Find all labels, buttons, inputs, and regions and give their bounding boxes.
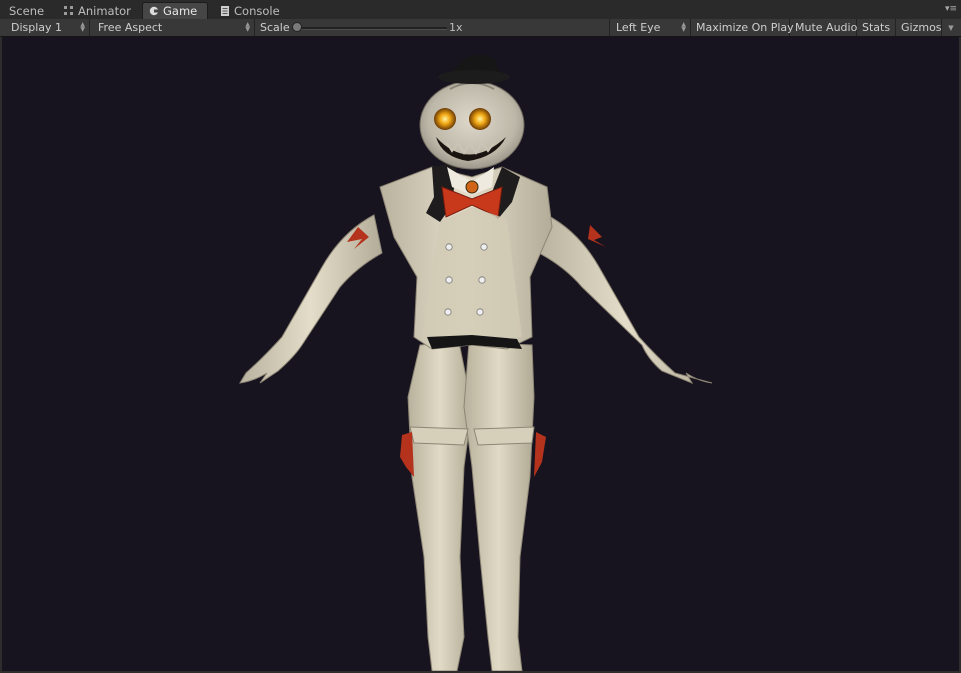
tab-scene-label: Scene	[9, 3, 45, 18]
glowing-eye-left	[434, 108, 456, 130]
dropdown-arrows-icon: ▲ ▼	[80, 21, 85, 33]
animator-icon	[64, 5, 73, 15]
pumpkin-head-character	[239, 54, 713, 671]
gizmos-toggle[interactable]: Gizmos	[896, 19, 942, 36]
maximize-on-play-label: Maximize On Play	[696, 21, 794, 34]
tab-scene[interactable]: Scene	[3, 2, 51, 19]
eye-dropdown[interactable]: Left Eye ▲ ▼	[611, 19, 691, 36]
eye-dropdown-value: Left Eye	[616, 21, 661, 34]
right-sleeve-ribbon	[588, 225, 606, 247]
game-toolbar: Display 1 ▲ ▼ Free Aspect ▲ ▼ Scale 1x Lef…	[0, 19, 961, 37]
display-dropdown[interactable]: Display 1 ▲ ▼	[6, 19, 90, 36]
editor-tab-bar: Scene Animator Game Console ▾≡	[0, 0, 961, 20]
panel-menu-icon[interactable]: ▾≡	[944, 4, 958, 14]
tab-animator-label: Animator	[78, 3, 131, 18]
mute-audio-label: Mute Audio	[795, 21, 858, 34]
dropdown-arrows-icon: ▲ ▼	[681, 21, 686, 33]
pumpkin-head	[419, 54, 525, 170]
stats-toggle[interactable]: Stats	[857, 19, 896, 36]
stats-label: Stats	[862, 21, 891, 34]
tab-game-label: Game	[163, 4, 198, 18]
scale-control: Scale 1x	[255, 19, 610, 36]
game-controller-icon	[149, 6, 159, 16]
aspect-dropdown-value: Free Aspect	[98, 21, 163, 34]
left-arm	[239, 214, 383, 384]
scale-label: Scale	[260, 21, 290, 34]
legs	[400, 341, 546, 671]
game-view[interactable]	[2, 37, 959, 671]
tab-game[interactable]: Game	[142, 2, 208, 19]
scale-value: 1x	[449, 21, 463, 34]
tab-animator[interactable]: Animator	[58, 2, 138, 19]
gizmos-label: Gizmos	[901, 21, 942, 34]
chevron-down-icon: ▼	[948, 23, 954, 32]
console-icon	[221, 5, 229, 16]
display-dropdown-value: Display 1	[11, 21, 63, 34]
tab-console[interactable]: Console	[214, 2, 286, 19]
scale-slider-thumb[interactable]	[292, 22, 302, 32]
tab-console-label: Console	[234, 3, 280, 18]
torso	[379, 162, 553, 350]
aspect-dropdown[interactable]: Free Aspect ▲ ▼	[93, 19, 255, 36]
maximize-on-play-toggle[interactable]: Maximize On Play	[691, 19, 794, 36]
right-arm	[538, 214, 713, 385]
dropdown-arrows-icon: ▲ ▼	[245, 21, 250, 33]
glowing-eye-right	[469, 108, 491, 130]
mute-audio-toggle[interactable]: Mute Audio	[790, 19, 857, 36]
gizmos-dropdown-button[interactable]: ▼	[942, 19, 960, 36]
scale-slider-track[interactable]	[297, 27, 447, 30]
